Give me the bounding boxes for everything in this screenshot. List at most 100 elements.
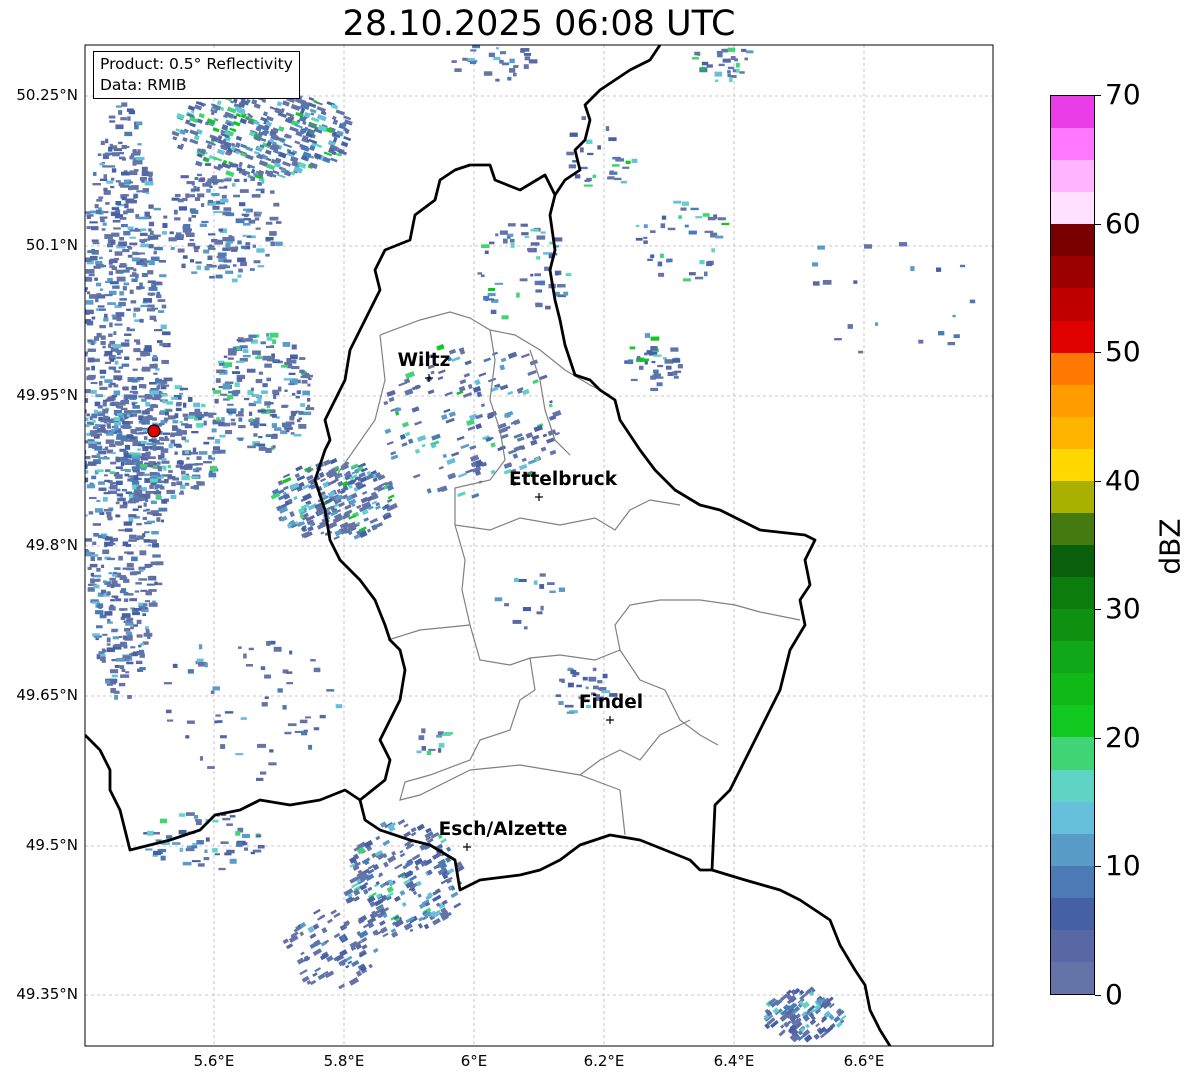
echo-cell xyxy=(153,250,157,255)
echo-cell xyxy=(302,390,311,396)
echo-cell xyxy=(102,633,108,636)
echo-cell xyxy=(131,378,138,383)
echo-cell xyxy=(155,484,163,488)
echo-cell xyxy=(79,320,83,323)
echo-cell xyxy=(212,848,218,853)
echo-cell xyxy=(296,419,301,423)
echo-cell xyxy=(144,345,152,349)
lon-tick-label: 6.2°E xyxy=(583,1052,625,1070)
echo-cell xyxy=(117,124,124,129)
echo-cell xyxy=(108,271,114,276)
echo-cell xyxy=(499,51,507,55)
echo-cell xyxy=(92,523,101,526)
echo-cell xyxy=(695,216,703,219)
echo-cell xyxy=(231,183,236,187)
echo-cell xyxy=(672,358,681,363)
echo-cell xyxy=(118,635,123,638)
echo-cell xyxy=(114,643,121,647)
echo-cell xyxy=(107,302,116,305)
echo-cell xyxy=(133,475,139,481)
echo-cell xyxy=(266,640,271,646)
echo-cell xyxy=(564,704,574,708)
echo-cell xyxy=(875,322,879,326)
echo-cell xyxy=(140,304,149,308)
echo-cell xyxy=(134,339,140,343)
echo-cell xyxy=(96,427,106,433)
echo-cell xyxy=(87,250,97,254)
echo-cell xyxy=(141,180,145,183)
colorbar-tick-label: 40 xyxy=(1105,463,1141,497)
echo-cell xyxy=(113,571,118,575)
echo-cell xyxy=(193,402,201,408)
echo-cell xyxy=(576,684,582,688)
echo-cell xyxy=(678,215,682,219)
echo-cell xyxy=(288,383,295,386)
colorbar-tick xyxy=(1095,95,1101,96)
echo-cell xyxy=(158,260,166,263)
echo-cell xyxy=(251,194,261,198)
echo-cell xyxy=(281,422,286,428)
echo-cell xyxy=(89,563,98,568)
echo-cell xyxy=(170,439,176,444)
echo-cell xyxy=(266,336,273,341)
echo-cell xyxy=(822,279,832,285)
echo-cell xyxy=(88,461,97,466)
echo-cell xyxy=(536,611,543,615)
echo-cell xyxy=(119,504,128,509)
echo-cell xyxy=(534,273,542,277)
echo-cell xyxy=(114,360,119,365)
echo-cell xyxy=(271,413,277,418)
echo-cell xyxy=(530,242,540,246)
echo-cell xyxy=(161,304,167,309)
echo-cell xyxy=(567,667,573,671)
city-label-wiltz: Wiltz xyxy=(397,350,451,371)
echo-cell xyxy=(518,579,527,583)
echo-cell xyxy=(702,213,710,217)
echo-cell xyxy=(274,217,278,220)
echo-cell xyxy=(300,403,305,407)
echo-cell xyxy=(125,631,132,635)
echo-cell xyxy=(586,139,593,144)
echo-cell xyxy=(583,184,593,187)
echo-cell xyxy=(673,376,679,379)
echo-cell xyxy=(144,531,150,534)
echo-cell xyxy=(136,523,142,526)
echo-cell xyxy=(252,350,261,355)
echo-cell xyxy=(684,224,689,228)
echo-cell xyxy=(110,679,118,684)
echo-cell xyxy=(117,572,122,576)
echo-cell xyxy=(153,319,157,322)
echo-cell xyxy=(186,457,190,460)
echo-cell xyxy=(470,49,477,52)
echo-cell xyxy=(115,501,120,505)
echo-cell xyxy=(186,720,195,724)
echo-cell xyxy=(730,56,736,60)
echo-cell xyxy=(85,310,90,315)
echo-cell xyxy=(714,79,719,82)
echo-cell xyxy=(164,479,169,484)
echo-cell xyxy=(101,456,110,460)
echo-cell xyxy=(559,678,565,682)
echo-cell xyxy=(224,185,228,189)
echo-cell xyxy=(152,354,158,359)
echo-cell xyxy=(245,209,251,213)
echo-cell xyxy=(144,211,150,217)
echo-cell xyxy=(189,259,195,263)
echo-cell xyxy=(190,209,199,214)
echo-cell xyxy=(250,176,256,181)
echo-cell xyxy=(158,310,165,313)
colorbar-label: dBZ xyxy=(1153,518,1184,575)
echo-cell xyxy=(136,535,144,540)
echo-cell xyxy=(125,622,134,626)
echo-cell xyxy=(103,415,109,419)
echo-cell xyxy=(722,58,731,63)
echo-cell xyxy=(480,274,485,278)
echo-cell xyxy=(129,534,137,539)
echo-cell xyxy=(694,51,700,56)
echo-cell xyxy=(182,861,192,866)
echo-cell xyxy=(286,682,294,685)
echo-cell xyxy=(662,357,668,360)
echo-cell xyxy=(181,436,187,441)
echo-cell xyxy=(168,470,173,473)
echo-cell xyxy=(136,634,143,638)
